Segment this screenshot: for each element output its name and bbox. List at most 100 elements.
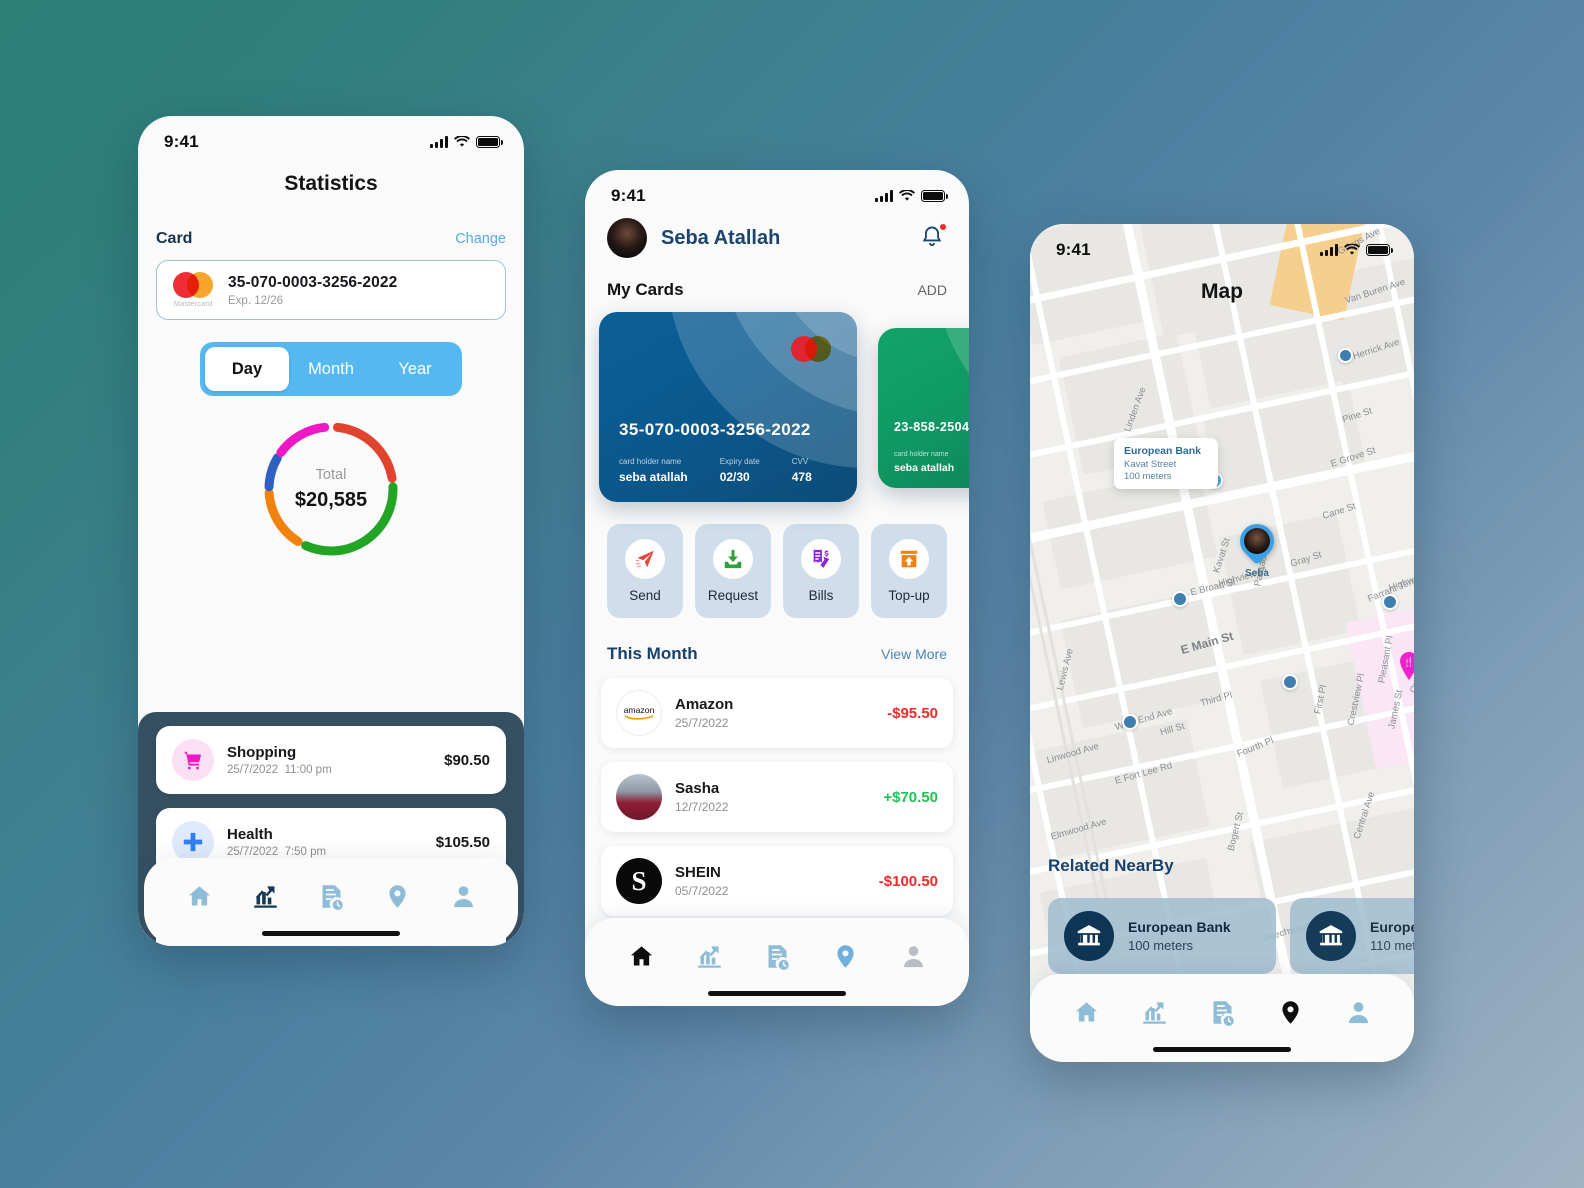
- list-item[interactable]: S SHEIN 05/7/2022 -$100.50: [601, 846, 953, 916]
- poi-street: Kavat Street: [1124, 459, 1177, 470]
- avatar[interactable]: [607, 218, 647, 258]
- segment-day[interactable]: Day: [205, 347, 289, 391]
- quick-actions[interactable]: Send Request Bills Top-up: [585, 508, 969, 618]
- nav-location-icon[interactable]: [829, 940, 861, 972]
- map-dot-marker[interactable]: [1122, 714, 1138, 730]
- nav-home-icon[interactable]: [625, 940, 657, 972]
- segment-year[interactable]: Year: [373, 347, 457, 391]
- send-paper-plane-icon: [625, 539, 665, 579]
- bank-icon: [1064, 911, 1114, 961]
- period-segmented-control[interactable]: Day Month Year: [200, 342, 462, 396]
- battery-icon: [476, 136, 503, 148]
- bills-button[interactable]: Bills: [783, 524, 859, 618]
- home-indicator: [1153, 1047, 1291, 1052]
- transaction-amount: $105.50: [435, 833, 490, 851]
- add-card-button[interactable]: ADD: [917, 282, 947, 298]
- my-cards-label: My Cards: [607, 280, 684, 299]
- nav-home-icon[interactable]: [183, 880, 215, 912]
- status-icons: [1320, 244, 1393, 256]
- transaction-amount: $90.50: [444, 751, 490, 769]
- bank-card-mastercard[interactable]: 35-070-0003-3256-2022 card holder name se…: [599, 312, 857, 502]
- map-dot-marker[interactable]: [1282, 674, 1298, 690]
- status-icons: [875, 190, 948, 202]
- battery-icon: [921, 190, 948, 202]
- transaction-amount: +$70.50: [883, 788, 938, 806]
- status-time: 9:41: [164, 132, 199, 151]
- card-meta: card holder nameseba atallah Expiry date…: [894, 451, 955, 474]
- nav-chart-icon[interactable]: [1138, 996, 1170, 1028]
- poi-popup[interactable]: European Bank Kavat Street 100 meters: [1114, 438, 1218, 489]
- phone-map: Griggs Ave Van Buren Ave Herrick Ave Lin…: [1030, 224, 1414, 1062]
- status-bar: 9:41: [138, 116, 524, 158]
- nav-location-icon[interactable]: [1274, 996, 1306, 1028]
- svg-text:🍴: 🍴: [1403, 656, 1414, 668]
- related-nearby-list[interactable]: European Bank 100 meters European Bank 1…: [1048, 898, 1414, 974]
- cards-carousel[interactable]: 35-070-0003-3256-2022 card holder name se…: [585, 312, 969, 508]
- mastercard-brand-label: Mastercard: [173, 299, 213, 308]
- page-title: Map: [1201, 280, 1243, 303]
- nav-bills-icon[interactable]: [1206, 996, 1238, 1028]
- transaction-date: 12/7/2022: [675, 800, 729, 814]
- nav-home-icon[interactable]: [1070, 996, 1102, 1028]
- bank-card-visa[interactable]: VISA 23-858-2504-8960-2021 card holder n…: [878, 328, 969, 488]
- donut-total-value: $20,585: [294, 488, 368, 511]
- nav-chart-icon[interactable]: [693, 940, 725, 972]
- nav-profile-icon[interactable]: [1342, 996, 1374, 1028]
- cellular-signal-icon: [875, 190, 893, 202]
- poi-name: European Bank: [1124, 445, 1202, 457]
- nav-bills-icon[interactable]: [315, 880, 347, 912]
- card-number: 23-858-2504-8960-2021: [894, 420, 969, 434]
- view-more-link[interactable]: View More: [881, 646, 947, 662]
- send-button[interactable]: Send: [607, 524, 683, 618]
- map-dot-marker[interactable]: [1172, 591, 1188, 607]
- nearby-name: European Bank: [1370, 919, 1414, 935]
- nav-bills-icon[interactable]: [761, 940, 793, 972]
- transaction-amount: -$100.50: [878, 872, 938, 890]
- topup-button[interactable]: Top-up: [871, 524, 947, 618]
- map-dot-marker[interactable]: [1338, 348, 1353, 363]
- list-item[interactable]: amazon Amazon 25/7/2022 -$95.50: [601, 678, 953, 748]
- request-button[interactable]: Request: [695, 524, 771, 618]
- card-section-label: Card: [156, 230, 193, 247]
- bills-money-icon: [801, 539, 841, 579]
- list-item[interactable]: Sasha 12/7/2022 +$70.50: [601, 762, 953, 832]
- bills-label: Bills: [808, 588, 834, 603]
- card-section-header: Card Change: [156, 230, 506, 248]
- transaction-name: Sasha: [675, 780, 720, 797]
- month-transactions: amazon Amazon 25/7/2022 -$95.50 Sasha 12…: [585, 678, 969, 916]
- bank-icon: [1306, 911, 1356, 961]
- this-month-label: This Month: [607, 644, 698, 663]
- wifi-icon: [1344, 244, 1360, 255]
- transaction-name: Shopping: [227, 744, 297, 761]
- segment-month[interactable]: Month: [289, 347, 373, 391]
- mastercard-logo-icon: [789, 336, 833, 362]
- transaction-name: SHEIN: [675, 864, 721, 881]
- table-row[interactable]: Shopping 25/7/2022 11:00 pm $90.50: [156, 726, 506, 794]
- nav-profile-icon[interactable]: [897, 940, 929, 972]
- nav-chart-icon[interactable]: [249, 880, 281, 912]
- restaurant-pin-icon[interactable]: 🍴: [1398, 652, 1414, 680]
- notification-bell-icon[interactable]: [919, 224, 947, 252]
- nearby-card[interactable]: European Bank 100 meters: [1048, 898, 1276, 974]
- nearby-distance: 100 meters: [1128, 938, 1194, 953]
- nav-location-icon[interactable]: [381, 880, 413, 912]
- spending-donut-chart: Total $20,585: [156, 414, 506, 564]
- wifi-icon: [454, 136, 470, 147]
- download-request-icon: [713, 539, 753, 579]
- map-dot-marker[interactable]: [1382, 594, 1398, 610]
- status-time: 9:41: [611, 186, 646, 205]
- shein-logo: S: [616, 858, 662, 904]
- nav-profile-icon[interactable]: [447, 880, 479, 912]
- status-time: 9:41: [1056, 240, 1091, 259]
- user-location-pin[interactable]: Seba: [1232, 516, 1282, 579]
- amazon-logo: amazon: [616, 690, 662, 736]
- card-expiry: Exp. 12/26: [228, 294, 283, 307]
- change-card-link[interactable]: Change: [455, 231, 506, 247]
- selected-card[interactable]: Mastercard 35-070-0003-3256-2022 Exp. 12…: [156, 260, 506, 320]
- page-title: Statistics: [284, 172, 378, 195]
- nearby-card[interactable]: European Bank 110 meters: [1290, 898, 1414, 974]
- transaction-name: Amazon: [675, 696, 734, 713]
- phone-statistics: 9:41 Statistics Card Change Mastercard 3…: [138, 116, 524, 946]
- topup-upload-icon: [889, 539, 929, 579]
- medical-cross-icon: [172, 821, 214, 863]
